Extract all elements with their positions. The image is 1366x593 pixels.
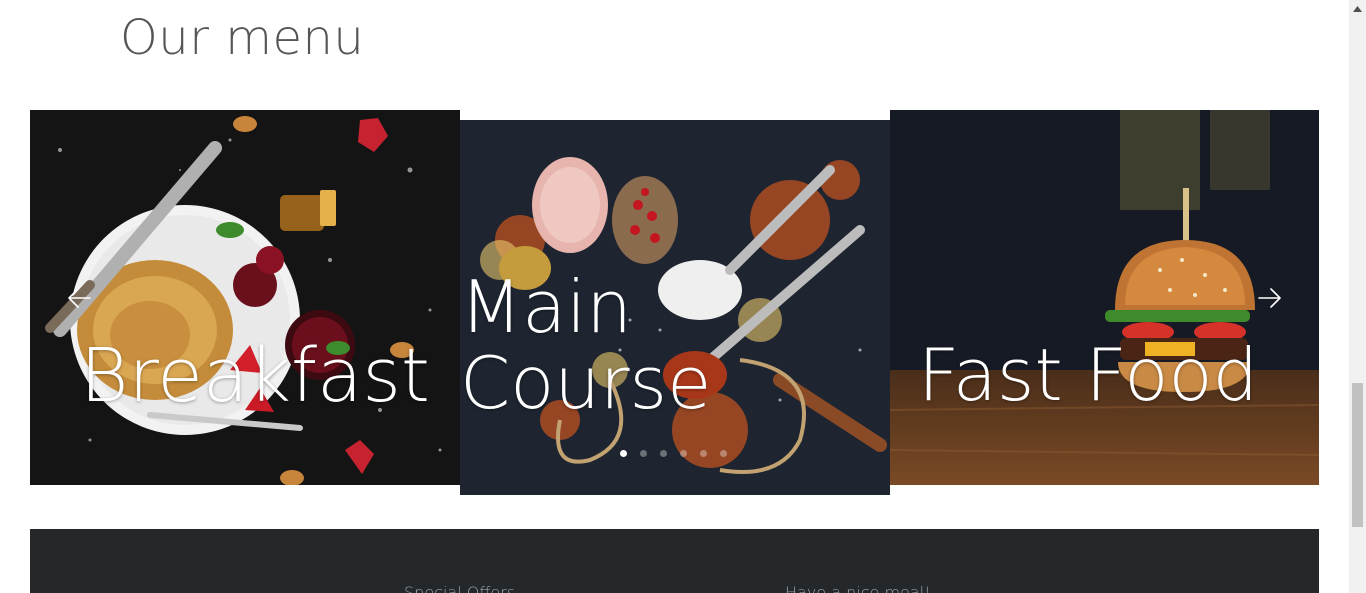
carousel-dot[interactable] <box>680 450 687 457</box>
carousel-dot[interactable] <box>700 450 707 457</box>
carousel-next-button[interactable] <box>1255 283 1285 313</box>
carousel-prev-button[interactable] <box>64 283 94 313</box>
menu-carousel[interactable]: Breakfast Main Course Fast Food <box>30 110 1319 495</box>
footer-section: Special Offers Have a nice meal! <box>30 529 1319 593</box>
arrow-right-icon <box>1258 288 1281 308</box>
footer-special-offers-title: Special Offers <box>404 583 516 593</box>
scroll-up-icon <box>1353 5 1362 12</box>
scroll-thumb[interactable] <box>1352 383 1363 527</box>
carousel-dot[interactable] <box>640 450 647 457</box>
menu-card-label: Main Course <box>460 265 712 425</box>
carousel-pagination <box>620 450 727 460</box>
footer-nice-meal-title: Have a nice meal! <box>785 583 931 593</box>
arrow-left-icon <box>68 288 91 308</box>
carousel-dot[interactable] <box>720 450 727 457</box>
carousel-dot[interactable] <box>620 450 627 457</box>
page-scrollbar[interactable] <box>1349 0 1366 593</box>
menu-card-label: Fast Food <box>918 333 1259 417</box>
breakfast-photo <box>30 110 460 485</box>
menu-card-main-course[interactable]: Main Course <box>460 120 890 495</box>
scroll-up-button[interactable] <box>1349 0 1366 17</box>
carousel-dot[interactable] <box>660 450 667 457</box>
menu-card-label: Breakfast <box>80 333 430 419</box>
page-title: Our menu <box>120 10 365 66</box>
menu-card-breakfast[interactable]: Breakfast <box>30 110 460 485</box>
